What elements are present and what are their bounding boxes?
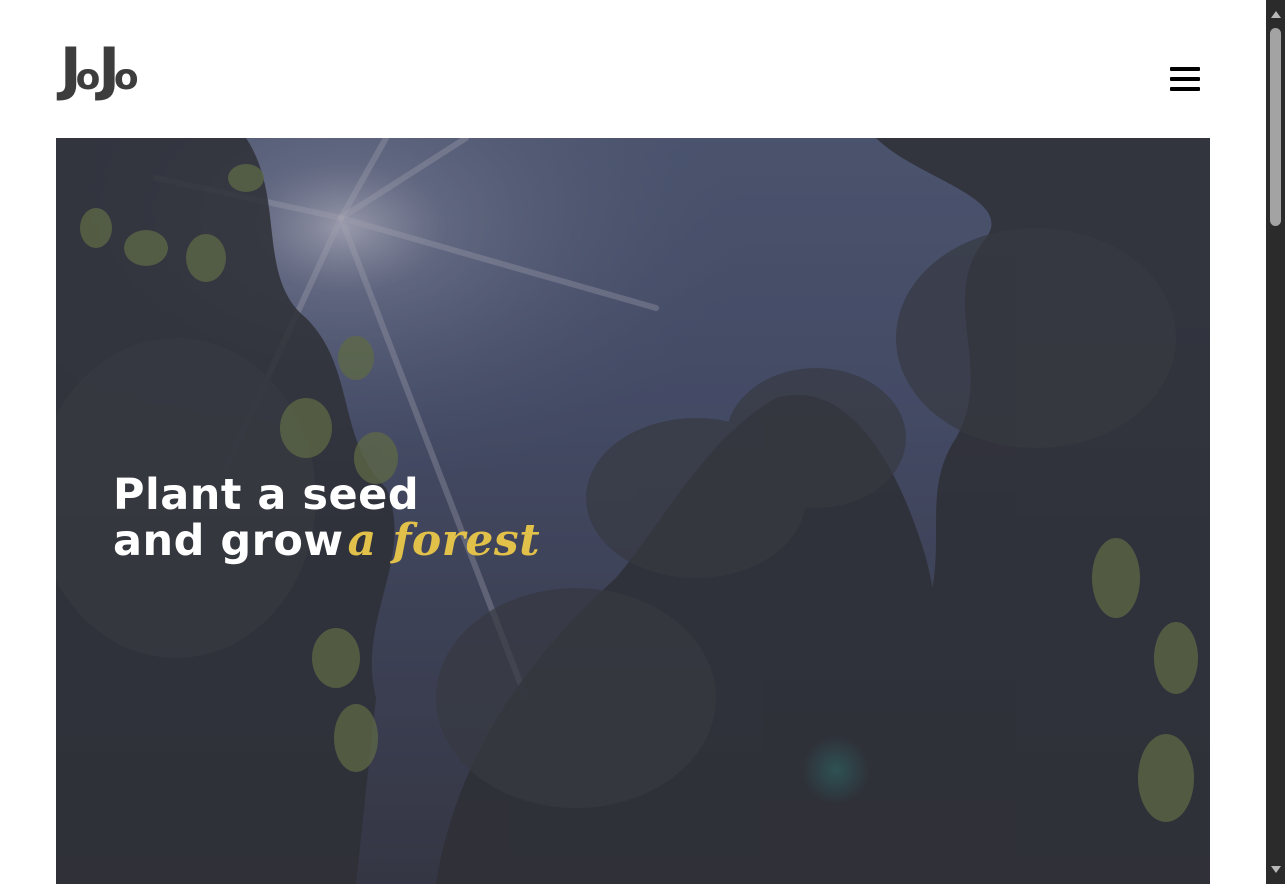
logo-letter-j2: J xyxy=(98,35,119,103)
site-logo[interactable]: JoJo xyxy=(60,35,139,103)
scroll-down-arrow-icon[interactable] xyxy=(1271,866,1281,873)
headline-line-2: and growa forest xyxy=(113,515,541,566)
headline-accent: a forest xyxy=(347,515,541,566)
headline-line-1: Plant a seed xyxy=(113,470,420,520)
page: JoJo Plant a seed and growa forest xyxy=(0,0,1266,884)
menu-bar-top xyxy=(1170,67,1200,71)
headline-line-2-text: and grow xyxy=(113,516,344,566)
hamburger-menu-icon[interactable] xyxy=(1166,64,1204,96)
logo-letter-o2: o xyxy=(113,57,139,98)
hero-banner: Plant a seed and growa forest xyxy=(56,138,1210,884)
menu-bar-bottom xyxy=(1170,87,1200,91)
menu-bar-middle xyxy=(1170,77,1200,81)
vertical-scrollbar[interactable] xyxy=(1266,0,1285,884)
logo-letter-j1: J xyxy=(60,35,81,103)
scroll-up-arrow-icon[interactable] xyxy=(1271,11,1281,18)
hero-headline: Plant a seed and growa forest xyxy=(113,472,540,564)
site-header: JoJo xyxy=(0,0,1266,138)
logo-letter-o1: o xyxy=(75,57,101,98)
scrollbar-thumb[interactable] xyxy=(1270,28,1281,226)
